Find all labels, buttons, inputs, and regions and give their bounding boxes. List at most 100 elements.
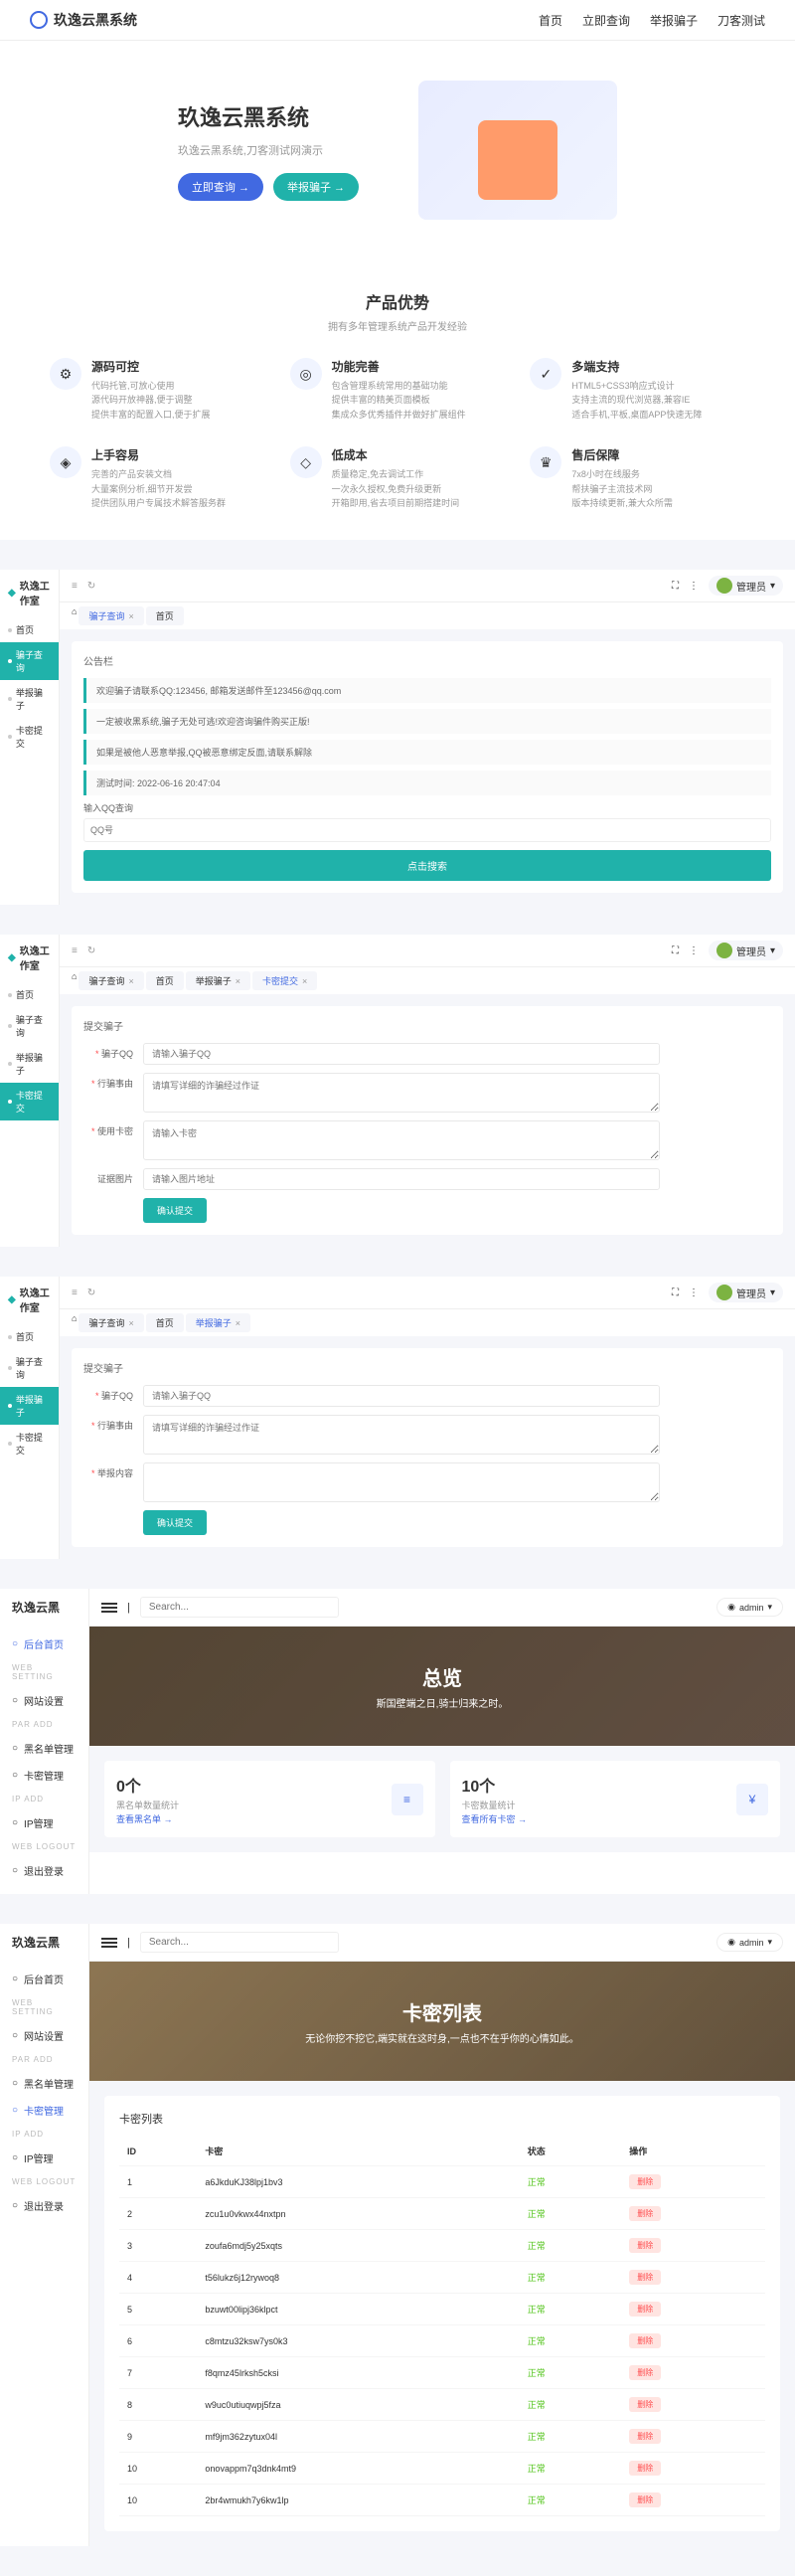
topbar: | ◉ admin ▾ xyxy=(89,1589,795,1627)
cell-status: 正常 xyxy=(520,2166,622,2198)
cell-code: mf9jm362zytux04l xyxy=(197,2421,519,2453)
more-icon[interactable]: ⋮ xyxy=(689,945,699,956)
form-input-使用卡密[interactable] xyxy=(143,1120,660,1160)
menu-icon[interactable]: ≡ xyxy=(72,581,78,592)
delete-button[interactable]: 删除 xyxy=(629,2333,661,2348)
landing-header: 玖逸云黑系统 首页 立即查询 举报骗子 刀客测试 xyxy=(0,0,795,41)
menu-home[interactable]: 首页 xyxy=(0,617,59,642)
user-badge[interactable]: 管理员▾ xyxy=(709,1283,783,1302)
sidebar-item[interactable]: ○卡密管理 xyxy=(0,1762,88,1789)
menu-query[interactable]: 骗子查询 xyxy=(0,1007,59,1045)
fullscreen-icon[interactable]: ⛶ xyxy=(672,581,679,592)
search-input[interactable] xyxy=(140,1932,339,1953)
delete-button[interactable]: 删除 xyxy=(629,2270,661,2285)
sidebar-item[interactable]: ○黑名单管理 xyxy=(0,2070,88,2097)
tab-home-icon[interactable]: ⌂ xyxy=(72,606,77,625)
nav-query[interactable]: 立即查询 xyxy=(582,12,630,29)
nav-test[interactable]: 刀客测试 xyxy=(717,12,765,29)
tab[interactable]: 举报骗子× xyxy=(186,971,250,990)
fullscreen-icon[interactable]: ⛶ xyxy=(672,945,679,956)
refresh-icon[interactable]: ↻ xyxy=(87,581,95,592)
sidebar-item[interactable]: ○退出登录 xyxy=(0,1857,88,1884)
nav-home[interactable]: 首页 xyxy=(539,12,562,29)
tab-close-icon[interactable]: × xyxy=(128,611,133,621)
delete-button[interactable]: 删除 xyxy=(629,2429,661,2444)
tab[interactable]: 卡密提交× xyxy=(252,971,317,990)
table-header: 操作 xyxy=(621,2137,765,2166)
cardlist-banner: 卡密列表 无论你挖不挖它,端实就在这时身,一点也不在乎你的心情如此。 xyxy=(89,1962,795,2081)
delete-button[interactable]: 删除 xyxy=(629,2174,661,2189)
form-input-举报内容[interactable] xyxy=(143,1462,660,1502)
cell-status: 正常 xyxy=(520,2325,622,2357)
menu-query[interactable]: 骗子查询 xyxy=(0,642,59,680)
tab-home-icon[interactable]: ⌂ xyxy=(72,971,77,990)
sidebar-item[interactable]: ○黑名单管理 xyxy=(0,1735,88,1762)
menu-icon[interactable]: ≡ xyxy=(72,945,78,956)
more-icon[interactable]: ⋮ xyxy=(689,1288,699,1298)
form-input-证据图片[interactable] xyxy=(143,1168,660,1190)
form-input-行骗事由[interactable] xyxy=(143,1415,660,1455)
qq-search-input[interactable] xyxy=(83,818,771,842)
fullscreen-icon[interactable]: ⛶ xyxy=(672,1288,679,1298)
menu-toggle-icon[interactable] xyxy=(101,1600,117,1616)
banner-subtitle: 无论你挖不挖它,端实就在这时身,一点也不在乎你的心情如此。 xyxy=(305,2030,579,2045)
feature-desc: 完善的产品安装文档大量案例分析,细节开发尝提供团队用户专属技术解答服务群 xyxy=(91,467,226,510)
cell-code: a6JkduKJ38lpj1bv3 xyxy=(197,2166,519,2198)
user-badge[interactable]: ◉ admin ▾ xyxy=(716,1933,783,1952)
nav-report[interactable]: 举报骗子 xyxy=(650,12,698,29)
sidebar-item[interactable]: ○卡密管理 xyxy=(0,2097,88,2124)
more-icon[interactable]: ⋮ xyxy=(689,581,699,592)
tab[interactable]: 举报骗子× xyxy=(186,1313,250,1332)
tab-home-icon[interactable]: ⌂ xyxy=(72,1313,77,1332)
refresh-icon[interactable]: ↻ xyxy=(87,945,95,956)
hero-report-button[interactable]: 举报骗子 → xyxy=(273,173,359,201)
tab-query[interactable]: 骗子查询× xyxy=(79,606,143,625)
notice-item: 一定被收黑系统,骗子无处可逃!欢迎咨询骗件购买正版! xyxy=(83,709,771,734)
submit-button[interactable]: 确认提交 xyxy=(143,1198,207,1223)
user-badge[interactable]: 管理员▾ xyxy=(709,941,783,960)
menu-card[interactable]: 卡密提交 xyxy=(0,1425,59,1462)
sidebar-item[interactable]: ○网站设置 xyxy=(0,1687,88,1714)
sidebar-section-label: IP ADD xyxy=(0,1789,88,1809)
form-input-骗子QQ[interactable] xyxy=(143,1043,660,1065)
delete-button[interactable]: 删除 xyxy=(629,2206,661,2221)
sidebar-item[interactable]: ○退出登录 xyxy=(0,2192,88,2219)
menu-report[interactable]: 举报骗子 xyxy=(0,680,59,718)
tab-home[interactable]: 首页 xyxy=(146,606,184,625)
tab[interactable]: 首页 xyxy=(146,971,184,990)
search-input[interactable] xyxy=(140,1597,339,1618)
refresh-icon[interactable]: ↻ xyxy=(87,1288,95,1298)
delete-button[interactable]: 删除 xyxy=(629,2397,661,2412)
delete-button[interactable]: 删除 xyxy=(629,2238,661,2253)
user-badge[interactable]: 管理员▾ xyxy=(709,576,783,596)
menu-card[interactable]: 卡密提交 xyxy=(0,1083,59,1120)
menu-home[interactable]: 首页 xyxy=(0,1324,59,1349)
menu-toggle-icon[interactable] xyxy=(101,1935,117,1951)
menu-report[interactable]: 举报骗子 xyxy=(0,1387,59,1425)
menu-icon[interactable]: ≡ xyxy=(72,1288,78,1298)
delete-button[interactable]: 删除 xyxy=(629,2492,661,2507)
form-input-骗子QQ[interactable] xyxy=(143,1385,660,1407)
submit-button[interactable]: 确认提交 xyxy=(143,1510,207,1535)
tab[interactable]: 骗子查询× xyxy=(79,1313,143,1332)
search-button[interactable]: 点击搜索 xyxy=(83,850,771,881)
sidebar-item[interactable]: ○网站设置 xyxy=(0,2022,88,2049)
form-input-行骗事由[interactable] xyxy=(143,1073,660,1113)
menu-query[interactable]: 骗子查询 xyxy=(0,1349,59,1387)
menu-card[interactable]: 卡密提交 xyxy=(0,718,59,756)
notice-item: 如果是被他人恶意举报,QQ被恶意绑定反面,请联系解除 xyxy=(83,740,771,765)
hero-query-button[interactable]: 立即查询 → xyxy=(178,173,263,201)
user-badge[interactable]: ◉ admin ▾ xyxy=(716,1598,783,1617)
tab[interactable]: 首页 xyxy=(146,1313,184,1332)
stat-link[interactable]: 查看所有卡密 → xyxy=(462,1814,528,1824)
menu-report[interactable]: 举报骗子 xyxy=(0,1045,59,1083)
stat-link[interactable]: 查看黑名单 → xyxy=(116,1814,173,1824)
sidebar-item[interactable]: ○后台首页 xyxy=(0,1631,88,1657)
delete-button[interactable]: 删除 xyxy=(629,2365,661,2380)
delete-button[interactable]: 删除 xyxy=(629,2461,661,2476)
sidebar-item[interactable]: ○IP管理 xyxy=(0,2145,88,2171)
menu-home[interactable]: 首页 xyxy=(0,982,59,1007)
sidebar-item[interactable]: ○IP管理 xyxy=(0,1809,88,1836)
tab[interactable]: 骗子查询× xyxy=(79,971,143,990)
sidebar-item[interactable]: ○后台首页 xyxy=(0,1966,88,1992)
